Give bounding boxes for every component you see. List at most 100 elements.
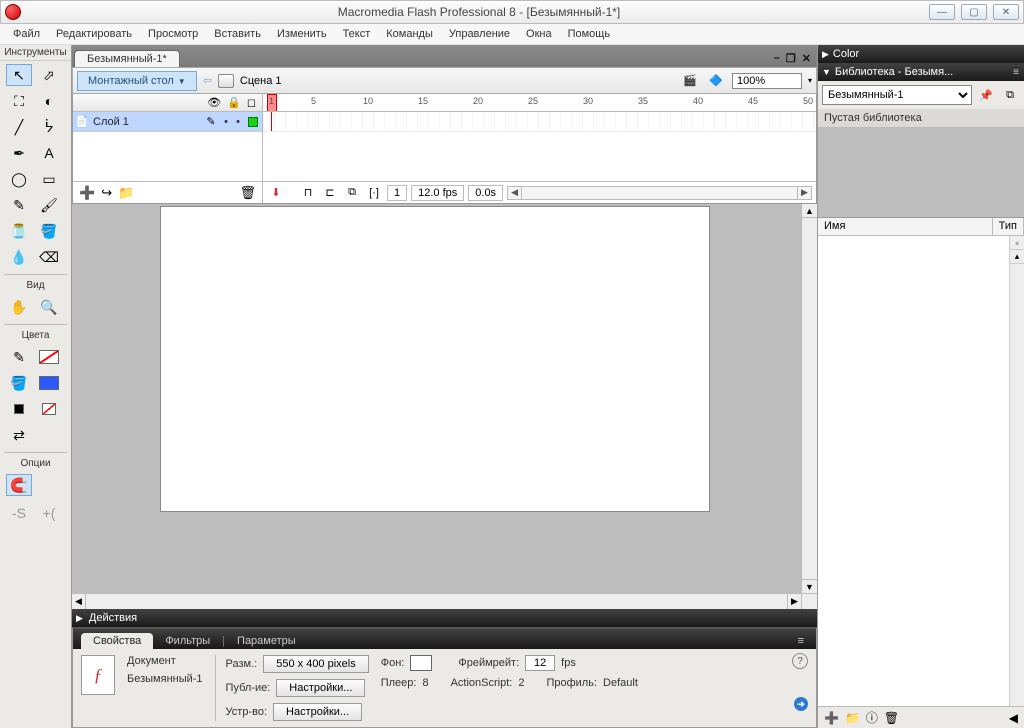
menu-window[interactable]: Окна <box>519 26 559 42</box>
color-panel-header[interactable]: ▶ Color <box>818 45 1024 63</box>
workspace-button[interactable]: Монтажный стол▼ <box>77 71 197 91</box>
stage-area[interactable] <box>72 204 801 593</box>
layer-name[interactable]: Слой 1 <box>91 116 202 128</box>
subselection-tool[interactable]: ⬀ <box>36 64 62 86</box>
collapse-icon[interactable]: ▼ <box>822 67 831 77</box>
timeline-frame-row[interactable] <box>263 112 816 132</box>
new-folder-button[interactable]: 📁 <box>845 711 860 725</box>
edit-symbols-icon[interactable]: 🔷 <box>706 71 726 91</box>
show-hide-icon[interactable]: 👁 <box>207 96 221 109</box>
menu-view[interactable]: Просмотр <box>141 26 205 42</box>
scroll-right-icon[interactable]: ▶ <box>787 594 801 609</box>
properties-button[interactable]: ⓘ <box>866 709 878 726</box>
menu-edit[interactable]: Редактировать <box>49 26 139 42</box>
tab-parameters[interactable]: Параметры <box>225 633 308 649</box>
fill-swatch[interactable] <box>36 372 62 394</box>
oval-tool[interactable]: ◯ <box>6 168 32 190</box>
info-icon[interactable]: ➔ <box>794 697 808 711</box>
paint-bucket-tool[interactable]: 🪣 <box>36 220 62 242</box>
tab-filters[interactable]: Фильтры <box>153 633 222 649</box>
gradient-transform-tool[interactable]: ◐ <box>36 90 62 112</box>
center-frame-icon[interactable]: ⬇ <box>267 184 285 202</box>
eyedropper-tool[interactable]: 💧 <box>6 246 32 268</box>
expand-icon[interactable]: ▶ <box>76 613 83 624</box>
menu-commands[interactable]: Команды <box>379 26 440 42</box>
hand-tool[interactable]: ✋ <box>6 296 32 318</box>
insert-layer-button[interactable]: ➕ <box>79 185 95 201</box>
ink-bottle-tool[interactable]: 🫙 <box>6 220 32 242</box>
brush-tool[interactable]: 🖌 <box>36 194 62 216</box>
close-button[interactable]: ✕ <box>993 4 1019 20</box>
library-panel-header[interactable]: ▼ Библиотека - Безымя... ≡ <box>818 63 1024 81</box>
free-transform-tool[interactable]: ⛶ <box>6 90 32 112</box>
scene-label[interactable]: Сцена 1 <box>240 75 282 87</box>
scroll-box-icon[interactable]: ▫ <box>1010 236 1024 250</box>
tab-properties[interactable]: Свойства <box>81 633 153 649</box>
lock-icon[interactable]: 🔒 <box>227 96 241 109</box>
delete-layer-button[interactable]: 🗑 <box>239 185 256 201</box>
doc-restore-button[interactable]: ❐ <box>786 52 796 65</box>
menu-insert[interactable]: Вставить <box>207 26 268 42</box>
fill-color-icon[interactable]: 🪣 <box>6 372 32 394</box>
zoom-tool[interactable]: 🔍 <box>36 296 62 318</box>
edit-scene-icon[interactable]: 🎬 <box>680 71 700 91</box>
size-button[interactable]: 550 x 400 pixels <box>263 655 369 673</box>
expand-icon[interactable]: ▶ <box>822 49 829 60</box>
scroll-up-icon[interactable]: ▲ <box>802 204 817 218</box>
modify-onion-markers-icon[interactable]: [·] <box>365 184 383 202</box>
back-icon[interactable]: ⇦ <box>203 74 212 87</box>
rectangle-tool[interactable]: ▭ <box>36 168 62 190</box>
stroke-color-icon[interactable]: ✎ <box>6 346 32 368</box>
actions-panel-header[interactable]: ▶ Действия <box>72 609 817 627</box>
help-icon[interactable]: ? <box>792 653 808 669</box>
panel-options-icon[interactable]: ≡ <box>1013 67 1020 78</box>
onion-skin-outlines-icon[interactable]: ⊏ <box>321 184 339 202</box>
menu-modify[interactable]: Изменить <box>270 26 334 42</box>
doc-close-button[interactable]: ✕ <box>802 52 811 65</box>
layer-lock-dot[interactable]: • <box>232 116 244 128</box>
layer-outline-swatch[interactable] <box>248 117 258 127</box>
stage-canvas[interactable] <box>160 206 710 512</box>
delete-button[interactable]: 🗑 <box>884 711 899 725</box>
no-color-button[interactable] <box>36 398 62 420</box>
text-tool[interactable]: A <box>36 142 62 164</box>
scroll-left-icon[interactable]: ◀ <box>1009 711 1018 725</box>
new-library-panel-icon[interactable]: ⧉ <box>1000 85 1020 105</box>
stroke-swatch[interactable] <box>36 346 62 368</box>
new-symbol-button[interactable]: ➕ <box>824 711 839 725</box>
edit-multiple-frames-icon[interactable]: ⧉ <box>343 184 361 202</box>
library-vscroll[interactable]: ▫ ▴ <box>1009 236 1024 706</box>
timeline-ruler[interactable]: 1 5 10 15 20 25 30 35 40 45 50 55 <box>263 94 816 112</box>
library-list[interactable]: ▫ ▴ <box>818 236 1024 706</box>
pen-tool[interactable]: ✒ <box>6 142 32 164</box>
zoom-select[interactable] <box>732 73 802 89</box>
outline-icon[interactable]: ◻ <box>247 96 256 109</box>
doc-minimize-button[interactable]: – <box>774 52 780 65</box>
scroll-left-icon[interactable]: ◀ <box>508 187 522 199</box>
document-tab[interactable]: Безымянный-1* <box>74 50 180 67</box>
menu-text[interactable]: Текст <box>336 26 378 42</box>
maximize-button[interactable]: ▢ <box>961 4 987 20</box>
pin-library-icon[interactable]: 📌 <box>976 85 996 105</box>
col-name[interactable]: Имя <box>818 218 993 235</box>
scroll-down-icon[interactable]: ▼ <box>802 579 817 593</box>
library-document-select[interactable]: Безымянный-1 <box>822 85 972 105</box>
onion-skin-icon[interactable]: ⊓ <box>299 184 317 202</box>
menu-help[interactable]: Помощь <box>561 26 618 42</box>
lasso-tool[interactable]: ᔮ <box>36 116 62 138</box>
minimize-button[interactable]: — <box>929 4 955 20</box>
scroll-left-icon[interactable]: ◀ <box>72 594 86 609</box>
framerate-input[interactable] <box>525 655 555 671</box>
layer-row[interactable]: 📄 Слой 1 ✎ • • <box>73 112 262 132</box>
background-swatch[interactable] <box>410 655 432 671</box>
stage-hscroll[interactable]: ◀ ▶ <box>72 593 801 609</box>
snap-to-objects-button[interactable]: 🧲 <box>6 474 32 496</box>
timeline-hscroll[interactable]: ◀ ▶ <box>507 186 812 200</box>
menu-control[interactable]: Управление <box>442 26 517 42</box>
zoom-dropdown-icon[interactable]: ▾ <box>808 76 812 85</box>
device-settings-button[interactable]: Настройки... <box>273 703 362 721</box>
scroll-right-icon[interactable]: ▶ <box>797 187 811 199</box>
stage-vscroll[interactable]: ▲ ▼ <box>801 204 817 593</box>
black-white-button[interactable] <box>6 398 32 420</box>
pencil-tool[interactable]: ✎ <box>6 194 32 216</box>
